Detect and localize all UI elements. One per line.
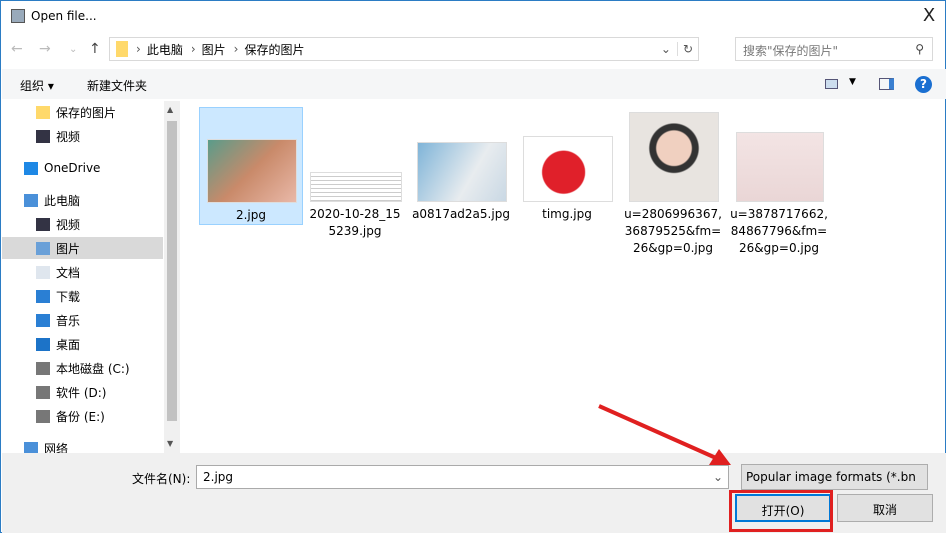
open-file-dialog: Open file... X ← → ⌄ ↑ › 此电脑 › 图片 › 保存的图片 ⌄… [0,0,946,533]
annotation-arrow [598,404,731,465]
